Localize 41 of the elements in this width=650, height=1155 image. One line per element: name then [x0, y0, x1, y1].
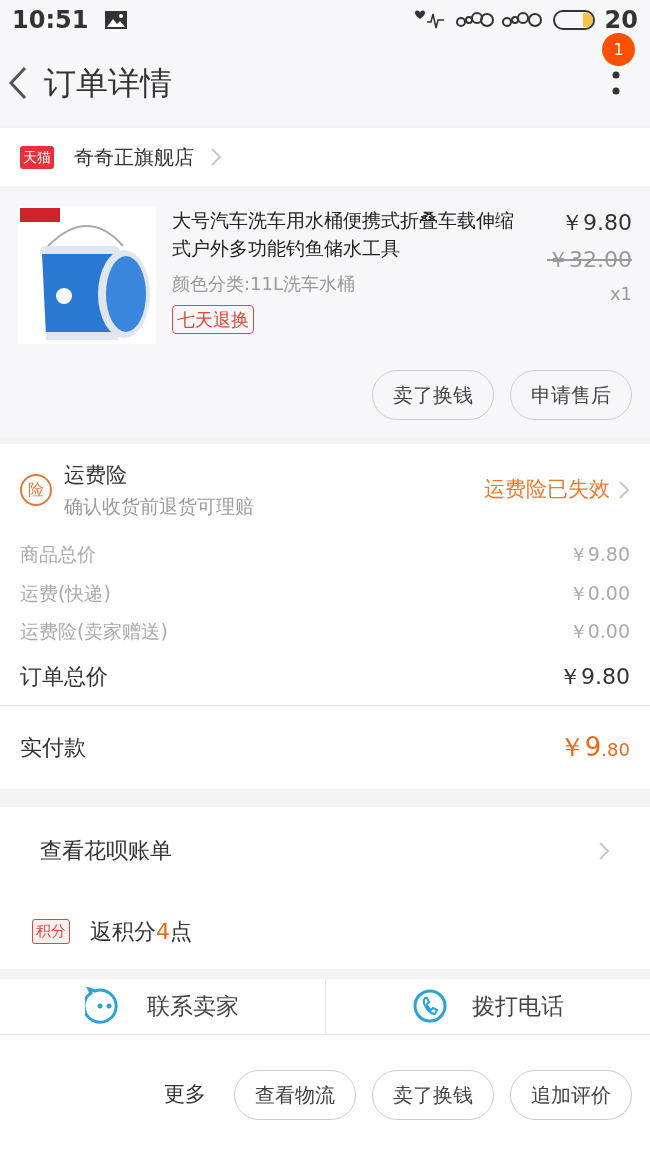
product-price: ￥9.80	[561, 209, 632, 237]
more-label: 更多	[164, 1081, 206, 1108]
price-label: 运费(快递)	[20, 580, 111, 606]
image-icon	[104, 10, 129, 30]
phone-icon	[411, 988, 448, 1024]
return-policy-tag: 七天退换	[172, 305, 254, 334]
paid-label: 实付款	[20, 733, 86, 762]
back-icon[interactable]	[8, 66, 28, 100]
more-icon[interactable]	[612, 70, 620, 96]
points-tag: 积分	[32, 919, 70, 944]
chevron-icon	[210, 147, 222, 167]
paid-amount: ￥9.80	[558, 730, 630, 764]
bill-link[interactable]: 查看花呗账单	[40, 834, 172, 867]
insurance-icon: 险	[20, 474, 52, 506]
price-label: 商品总价	[20, 542, 96, 567]
insurance-title: 运费险	[64, 462, 128, 489]
store-badge: 天猫	[20, 145, 54, 169]
price-value: ￥9.80	[559, 662, 630, 691]
action-button[interactable]: 追加评价	[510, 1069, 632, 1120]
insurance-subtitle: 确认收货前退货可理赔	[64, 493, 254, 519]
original-price: ￥32.00	[547, 246, 632, 274]
product-quantity: x1	[609, 282, 632, 306]
product-title[interactable]: 大号汽车洗车用水桶便携式折叠车载伸缩式户外多功能钓鱼储水工具	[172, 206, 531, 262]
price-value: ￥0.00	[568, 619, 630, 644]
product-variant: 颜色分类:11L洗车水桶	[172, 272, 356, 296]
battery-icon	[552, 9, 597, 31]
action-button[interactable]: 申请售后	[510, 370, 632, 420]
notification-badge: 1	[602, 33, 635, 66]
price-label: 运费险(卖家赠送)	[20, 619, 168, 644]
page-title: 订单详情	[44, 63, 172, 104]
price-value: ￥9.80	[568, 542, 630, 567]
action-button[interactable]: 卖了换钱	[372, 370, 494, 420]
action-button[interactable]: 查看物流	[234, 1069, 356, 1120]
chevron-icon	[618, 480, 630, 500]
points-text: 返积分4点	[90, 918, 192, 946]
price-label: 订单总价	[20, 662, 108, 691]
battery-level: 20	[604, 5, 638, 36]
action-button[interactable]: 卖了换钱	[372, 1069, 494, 1120]
store-name[interactable]: 奇奇正旗舰店	[74, 142, 194, 172]
price-value: ￥0.00	[568, 580, 630, 606]
status-time: 10:51	[12, 5, 89, 36]
